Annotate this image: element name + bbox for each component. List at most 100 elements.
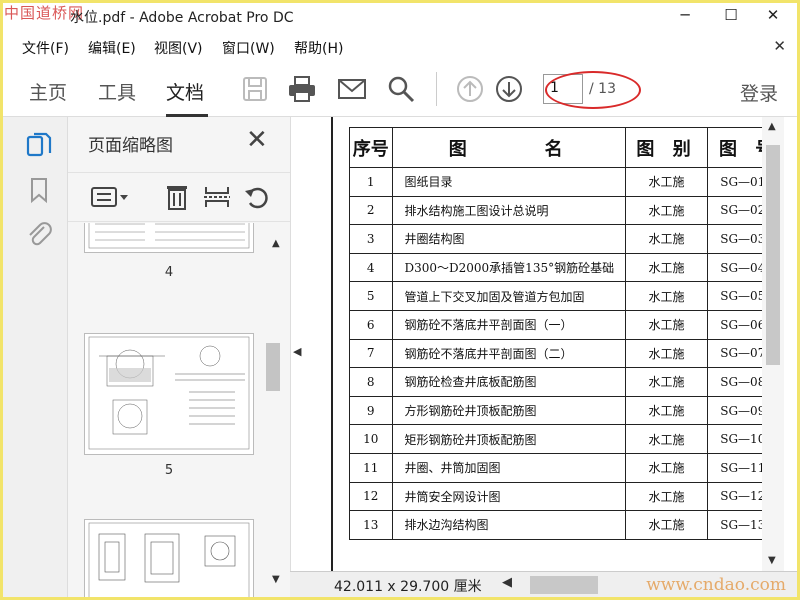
row-number: 4 [349, 252, 393, 283]
table-row: 4 D300～D2000承插管135°钢筋砼基础 水工施 SG—04 [349, 252, 784, 283]
title-bar: 中国道桥网 水位.pdf - Adobe Acrobat Pro DC ─ ☐ … [0, 0, 800, 34]
row-number: 1 [349, 167, 393, 197]
row-drawing-type: 水工施 [624, 252, 709, 283]
thumbnail-scrollbar-thumb[interactable] [266, 343, 280, 391]
row-drawing-type: 水工施 [624, 309, 709, 340]
window-title: 水位.pdf - Adobe Acrobat Pro DC [70, 10, 294, 26]
status-bar: 42.011 x 29.700 厘米 ◀ www.cndao.com [290, 571, 800, 600]
row-drawing-name: D300～D2000承插管135°钢筋砼基础 [391, 252, 626, 283]
close-window-button[interactable]: ✕ [758, 6, 788, 24]
menu-file[interactable]: 文件(F) [22, 38, 69, 58]
scroll-left-arrow[interactable]: ◀ [502, 575, 512, 590]
row-drawing-type: 水工施 [624, 281, 709, 311]
header-drawing-name: 图 名 [391, 127, 626, 168]
row-number: 5 [349, 281, 393, 311]
table-row: 10 矩形钢筋砼井顶板配筋图 水工施 SG—10 [349, 424, 784, 454]
scroll-down-arrow[interactable]: ▼ [768, 555, 776, 566]
tab-tools[interactable]: 工具 [98, 78, 136, 105]
row-drawing-name: 矩形钢筋砼井顶板配筋图 [391, 424, 626, 454]
table-row: 5 管道上下交叉加固及管道方包加固 水工施 SG—05 [349, 281, 784, 311]
tab-document[interactable]: 文档 [166, 78, 204, 105]
page-thumbnails-panel: 页面缩略图 ✕ 4 5 ▲ ▼ [68, 117, 290, 600]
row-number: 3 [349, 224, 393, 254]
row-number: 11 [349, 452, 393, 483]
page-thumbnails-icon[interactable] [24, 131, 54, 161]
thumbnail-page-4[interactable] [84, 223, 254, 253]
save-icon[interactable] [240, 74, 270, 104]
scroll-up-arrow[interactable]: ▲ [768, 121, 776, 132]
table-row: 8 钢筋砼检查井底板配筋图 水工施 SG—08 [349, 367, 784, 397]
row-drawing-type: 水工施 [624, 481, 709, 512]
next-page-icon[interactable] [494, 74, 524, 104]
menu-window[interactable]: 窗口(W) [222, 38, 275, 58]
row-drawing-name: 排水边沟结构图 [391, 510, 626, 540]
table-row: 12 井筒安全网设计图 水工施 SG—12 [349, 481, 784, 512]
table-row: 6 钢筋砼不落底井平剖面图（一） 水工施 SG—06 [349, 309, 784, 340]
collapse-panel-arrow[interactable]: ◀ [293, 345, 301, 358]
login-button[interactable]: 登录 [740, 79, 778, 106]
table-row: 11 井圈、井筒加固图 水工施 SG—11 [349, 452, 784, 483]
row-drawing-type: 水工施 [624, 452, 709, 483]
row-number: 10 [349, 424, 393, 454]
table-row: 7 钢筋砼不落底井平剖面图（二） 水工施 SG—07 [349, 338, 784, 369]
search-icon[interactable] [386, 74, 416, 104]
minimize-button[interactable]: ─ [670, 6, 700, 24]
toolbar-separator [436, 72, 437, 106]
row-drawing-name: 排水结构施工图设计总说明 [391, 195, 626, 226]
row-drawing-name: 井圈、井筒加固图 [391, 452, 626, 483]
close-document-button[interactable]: ✕ [773, 37, 786, 55]
row-number: 9 [349, 395, 393, 426]
extract-pages-icon[interactable] [202, 183, 232, 211]
previous-page-icon[interactable] [455, 74, 485, 104]
header-drawing-type: 图 别 [624, 127, 709, 168]
table-header-row: 序号 图 名 图 别 图 号 [349, 127, 784, 168]
email-icon[interactable] [337, 74, 367, 104]
document-view[interactable]: 序号 图 名 图 别 图 号 1 图纸目录 水工施 SG—01 2 排水结构施工图设计总说… [290, 117, 784, 571]
row-drawing-type: 水工施 [624, 424, 709, 454]
watermark-url: www.cndao.com [646, 575, 786, 595]
close-panel-button[interactable]: ✕ [246, 125, 268, 155]
row-number: 8 [349, 367, 393, 397]
document-scrollbar-thumb[interactable] [766, 145, 780, 365]
row-drawing-type: 水工施 [624, 195, 709, 226]
attachment-icon[interactable] [24, 219, 54, 249]
thumbnail-page-number: 5 [164, 463, 174, 478]
thumbnail-page-number: 4 [164, 265, 174, 280]
page-dimensions: 42.011 x 29.700 厘米 [334, 579, 482, 595]
row-drawing-name: 钢筋砼不落底井平剖面图（二） [391, 338, 626, 369]
thumbnail-scroll-up-arrow[interactable]: ▲ [272, 238, 280, 249]
menu-view[interactable]: 视图(V) [154, 38, 203, 58]
bookmark-icon[interactable] [24, 175, 54, 205]
thumbnail-page-5[interactable] [84, 333, 254, 455]
row-drawing-type: 水工施 [624, 367, 709, 397]
annotation-ellipse [545, 71, 641, 109]
print-icon[interactable] [287, 74, 317, 104]
table-row: 9 方形钢筋砼井顶板配筋图 水工施 SG—09 [349, 395, 784, 426]
options-menu-icon[interactable] [90, 183, 130, 211]
row-drawing-type: 水工施 [624, 510, 709, 540]
row-drawing-name: 图纸目录 [391, 167, 626, 197]
table-row: 13 排水边沟结构图 水工施 SG—13 [349, 510, 784, 540]
row-drawing-name: 钢筋砼检查井底板配筋图 [391, 367, 626, 397]
thumbnail-page-6[interactable] [84, 519, 254, 600]
menu-edit[interactable]: 编辑(E) [88, 38, 136, 58]
row-drawing-name: 钢筋砼不落底井平剖面图（一） [391, 309, 626, 340]
table-row: 1 图纸目录 水工施 SG—01 [349, 167, 784, 197]
row-drawing-type: 水工施 [624, 338, 709, 369]
thumbnail-scroll-down-arrow[interactable]: ▼ [272, 574, 280, 585]
panel-title: 页面缩略图 [88, 136, 173, 156]
horizontal-scrollbar-thumb[interactable] [530, 576, 598, 594]
pdf-page: 序号 图 名 图 别 图 号 1 图纸目录 水工施 SG—01 2 排水结构施工图设计总说… [331, 117, 784, 571]
tab-home[interactable]: 主页 [29, 78, 67, 105]
row-drawing-name: 方形钢筋砼井顶板配筋图 [391, 395, 626, 426]
row-number: 6 [349, 309, 393, 340]
rotate-page-icon[interactable] [242, 183, 272, 211]
menu-help[interactable]: 帮助(H) [294, 38, 343, 58]
row-number: 2 [349, 195, 393, 226]
row-drawing-type: 水工施 [624, 167, 709, 197]
thumbnail-list: 4 5 [68, 223, 274, 600]
delete-page-icon[interactable] [162, 183, 192, 211]
row-number: 7 [349, 338, 393, 369]
maximize-button[interactable]: ☐ [716, 6, 746, 24]
toolbar: 主页 工具 文档 1 / 13 登录 [0, 60, 800, 117]
